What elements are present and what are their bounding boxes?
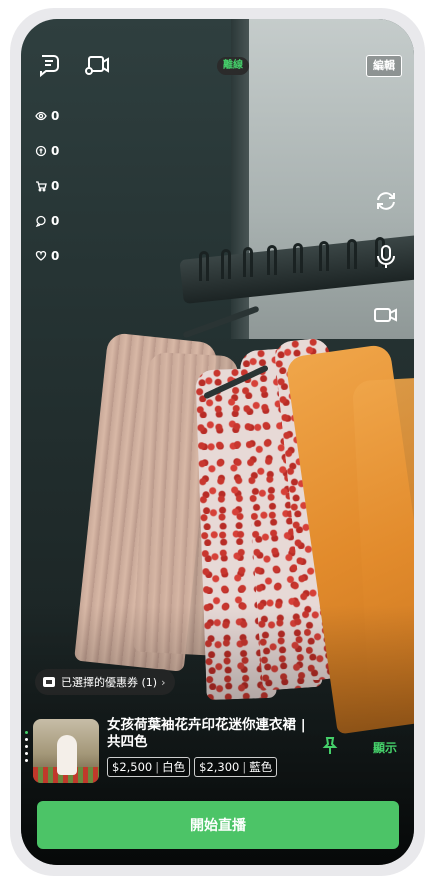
phone-frame: 離線 編輯 0 0 0 0 0 已選擇的優惠券 (1) › 女孩荷葉袖花卉印花迷… bbox=[10, 8, 425, 876]
product-card[interactable]: 女孩荷葉袖花卉印花迷你連衣裙 | 共四色 $2,500 | 白色 $2,300 | 藍色… bbox=[25, 717, 413, 787]
hanger-hook bbox=[267, 245, 277, 275]
price-value: $2,300 bbox=[199, 760, 240, 774]
product-thumbnail[interactable] bbox=[33, 719, 99, 783]
coupon-label: 已選擇的優惠券 (1) bbox=[61, 676, 158, 689]
microphone-icon[interactable] bbox=[372, 243, 400, 271]
live-stream-screen: 離線 編輯 0 0 0 0 0 已選擇的優惠券 (1) › 女孩荷葉袖花卉印花迷… bbox=[21, 19, 414, 865]
start-live-button[interactable]: 開始直播 bbox=[37, 801, 399, 849]
carousel-indicator bbox=[25, 731, 29, 766]
flip-camera-icon[interactable] bbox=[372, 187, 400, 215]
chevron-right-icon: › bbox=[161, 675, 166, 689]
selected-coupon-pill[interactable]: 已選擇的優惠券 (1) › bbox=[35, 669, 176, 695]
viewer-count: 0 bbox=[35, 105, 59, 127]
price-value: $2,500 bbox=[112, 760, 153, 774]
camera-switch-icon[interactable] bbox=[83, 51, 111, 79]
comment-count: 0 bbox=[35, 210, 59, 232]
like-count: 0 bbox=[35, 245, 59, 267]
hanger-hook bbox=[243, 247, 253, 277]
coin-icon bbox=[35, 145, 47, 157]
comment-icon bbox=[35, 215, 46, 227]
hanger-hook bbox=[221, 249, 231, 279]
coupon-icon bbox=[43, 677, 55, 687]
pin-icon[interactable] bbox=[319, 735, 341, 757]
like-count-value: 0 bbox=[51, 249, 60, 263]
cart-icon bbox=[36, 181, 47, 192]
comment-list-icon[interactable] bbox=[35, 51, 63, 79]
coin-count: 0 bbox=[35, 140, 59, 162]
coin-count-value: 0 bbox=[51, 144, 60, 158]
price-color: 藍色 bbox=[249, 760, 273, 774]
stats-column: 0 0 0 0 0 bbox=[35, 105, 59, 280]
price-chip: $2,500 | 白色 bbox=[107, 757, 191, 777]
price-chip: $2,300 | 藍色 bbox=[194, 757, 278, 777]
eye-icon bbox=[35, 111, 47, 121]
cart-count-value: 0 bbox=[51, 179, 60, 193]
hanger-hook bbox=[293, 243, 303, 273]
hanger-hook bbox=[319, 241, 329, 271]
hanger-hook bbox=[199, 251, 209, 281]
comment-count-value: 0 bbox=[51, 214, 60, 228]
show-product-button[interactable]: 顯示 bbox=[373, 739, 397, 756]
offline-status-badge: 離線 bbox=[217, 57, 249, 75]
price-list: $2,500 | 白色 $2,300 | 藍色 bbox=[107, 757, 278, 777]
cart-count: 0 bbox=[35, 175, 59, 197]
video-camera-icon[interactable] bbox=[372, 301, 400, 329]
price-color: 白色 bbox=[162, 760, 186, 774]
heart-icon bbox=[35, 251, 47, 261]
viewer-count-value: 0 bbox=[51, 109, 60, 123]
edit-button[interactable]: 編輯 bbox=[366, 55, 402, 77]
hanger-hook bbox=[347, 239, 357, 269]
product-name: 女孩荷葉袖花卉印花迷你連衣裙 | 共四色 bbox=[107, 717, 306, 750]
